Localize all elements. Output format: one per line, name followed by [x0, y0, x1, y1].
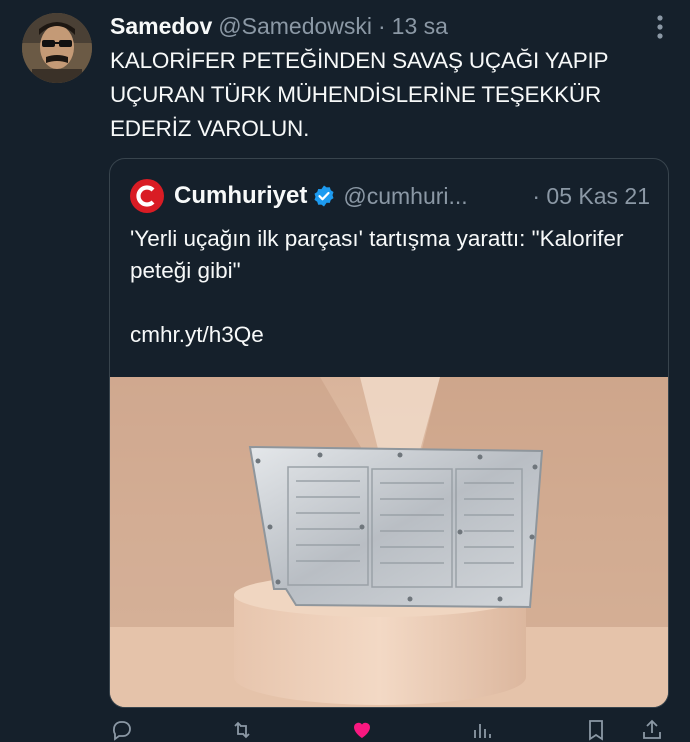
- more-icon[interactable]: [656, 14, 664, 40]
- author-display-name[interactable]: Samedov: [110, 13, 212, 40]
- share-icon[interactable]: [640, 718, 664, 742]
- quoted-tweet-header: Cumhuriyet @cumhuri... · 05 Kas 21: [130, 179, 650, 213]
- quoted-tweet-text: 'Yerli uçağın ilk parçası' tartışma yara…: [130, 226, 624, 347]
- quoted-author-display-name[interactable]: Cumhuriyet: [174, 182, 307, 210]
- separator-dot: ·: [378, 12, 386, 39]
- cumhuriyet-logo-icon[interactable]: [130, 179, 164, 213]
- like-icon[interactable]: [350, 718, 374, 742]
- tweet-actions-bar: [110, 718, 670, 741]
- bookmark-icon[interactable]: [584, 718, 608, 742]
- verified-badge-icon: [314, 185, 334, 207]
- quoted-tweet-photo[interactable]: [110, 377, 668, 707]
- reply-icon[interactable]: [110, 718, 134, 742]
- tweet-text: KALORİFER PETEĞİNDEN SAVAŞ UÇAĞI YAPIP U…: [110, 48, 615, 141]
- tweet-timestamp[interactable]: 13 sa: [392, 13, 448, 40]
- quoted-date-text: 05 Kas 21: [546, 182, 650, 209]
- quoted-author-handle[interactable]: @cumhuri...: [343, 183, 467, 210]
- quoted-tweet-card[interactable]: Cumhuriyet @cumhuri... · 05 Kas 21 'Yerl…: [109, 158, 669, 708]
- author-handle[interactable]: @Samedowski: [218, 13, 372, 40]
- retweet-icon[interactable]: [230, 718, 254, 742]
- author-avatar[interactable]: [22, 13, 92, 83]
- separator-dot: ·: [532, 182, 541, 209]
- quoted-tweet-date[interactable]: · 05 Kas 21: [532, 183, 650, 210]
- tweet-header: Samedov @Samedowski · 13 sa: [110, 10, 670, 42]
- views-icon[interactable]: [470, 718, 494, 742]
